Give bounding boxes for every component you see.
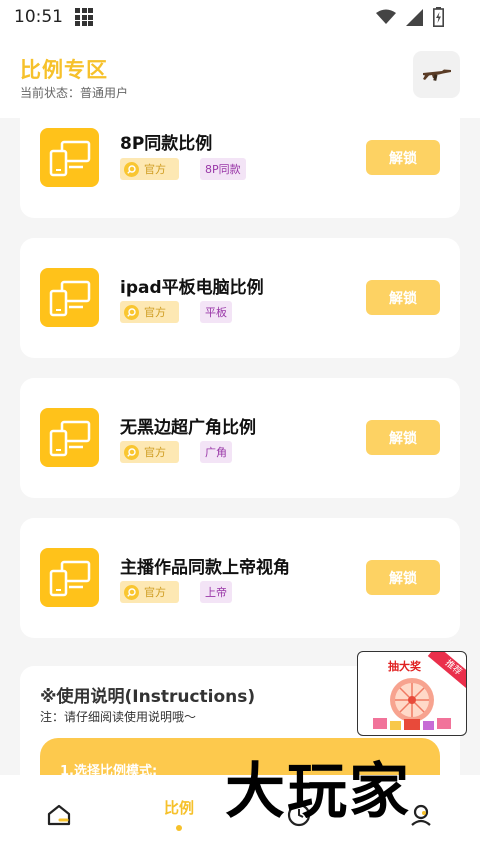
weapon-button[interactable] [413,51,460,98]
page-title: 比例专区 [20,58,108,82]
unlock-button[interactable]: 解锁 [366,560,440,595]
category-tag: 广角 [200,441,232,463]
promo-label: 抽大奖 [388,660,421,673]
prize-wheel-icon [373,678,451,730]
battery-icon [433,7,444,27]
status-icons [376,7,444,27]
signal-icon [406,8,423,26]
instructions-title: ※使用说明(Instructions) [40,687,256,707]
card-title: ipad平板电脑比例 [120,278,264,298]
category-tag: 上帝 [200,581,232,603]
ratio-card: 主播作品同款上帝视角 官方 上帝 解锁 [20,518,460,638]
home-icon[interactable] [46,803,72,827]
coin-icon [124,304,139,320]
lucky-draw-promo[interactable]: 抽大奖 推荐 [357,651,467,736]
profile-icon[interactable] [409,803,433,827]
category-tag: 平板 [200,301,232,323]
active-indicator [176,825,182,831]
official-tag: 官方 [120,301,179,323]
card-title: 8P同款比例 [120,134,213,154]
ratio-card: 8P同款比例 官方 8P同款 解锁 [20,118,460,218]
wifi-icon [376,9,396,24]
screen-ratio-icon [40,128,99,187]
coin-icon [124,584,139,600]
card-title: 主播作品同款上帝视角 [120,558,290,578]
coin-icon [124,444,139,460]
unlock-button[interactable]: 解锁 [366,140,440,175]
nav-ratio-label[interactable]: 比例 [164,797,194,818]
screen-ratio-icon [40,268,99,327]
coin-icon [124,161,139,177]
screen-ratio-icon [40,408,99,467]
ratio-card: ipad平板电脑比例 官方 平板 解锁 [20,238,460,358]
unlock-button[interactable]: 解锁 [366,420,440,455]
header: 比例专区 当前状态：普通用户 [0,34,480,118]
official-tag: 官方 [120,158,179,180]
rifle-icon [422,69,451,81]
ratio-card: 无黑边超广角比例 官方 广角 解锁 [20,378,460,498]
card-title: 无黑边超广角比例 [120,418,256,438]
instructions-note: 注：请仔细阅读使用说明哦～ [40,710,197,724]
status-time: 10:51 [14,7,63,27]
step-text: 1.选择比例模式: [60,764,158,775]
category-tag: 8P同款 [200,158,246,180]
official-tag: 官方 [120,441,179,463]
status-bar: 10:51 [0,0,480,34]
unlock-button[interactable]: 解锁 [366,280,440,315]
watermark: 大玩家 [225,757,411,827]
app-grid-icon [75,8,93,26]
user-status: 当前状态：普通用户 [20,86,129,100]
official-tag: 官方 [120,581,179,603]
screen-ratio-icon [40,548,99,607]
